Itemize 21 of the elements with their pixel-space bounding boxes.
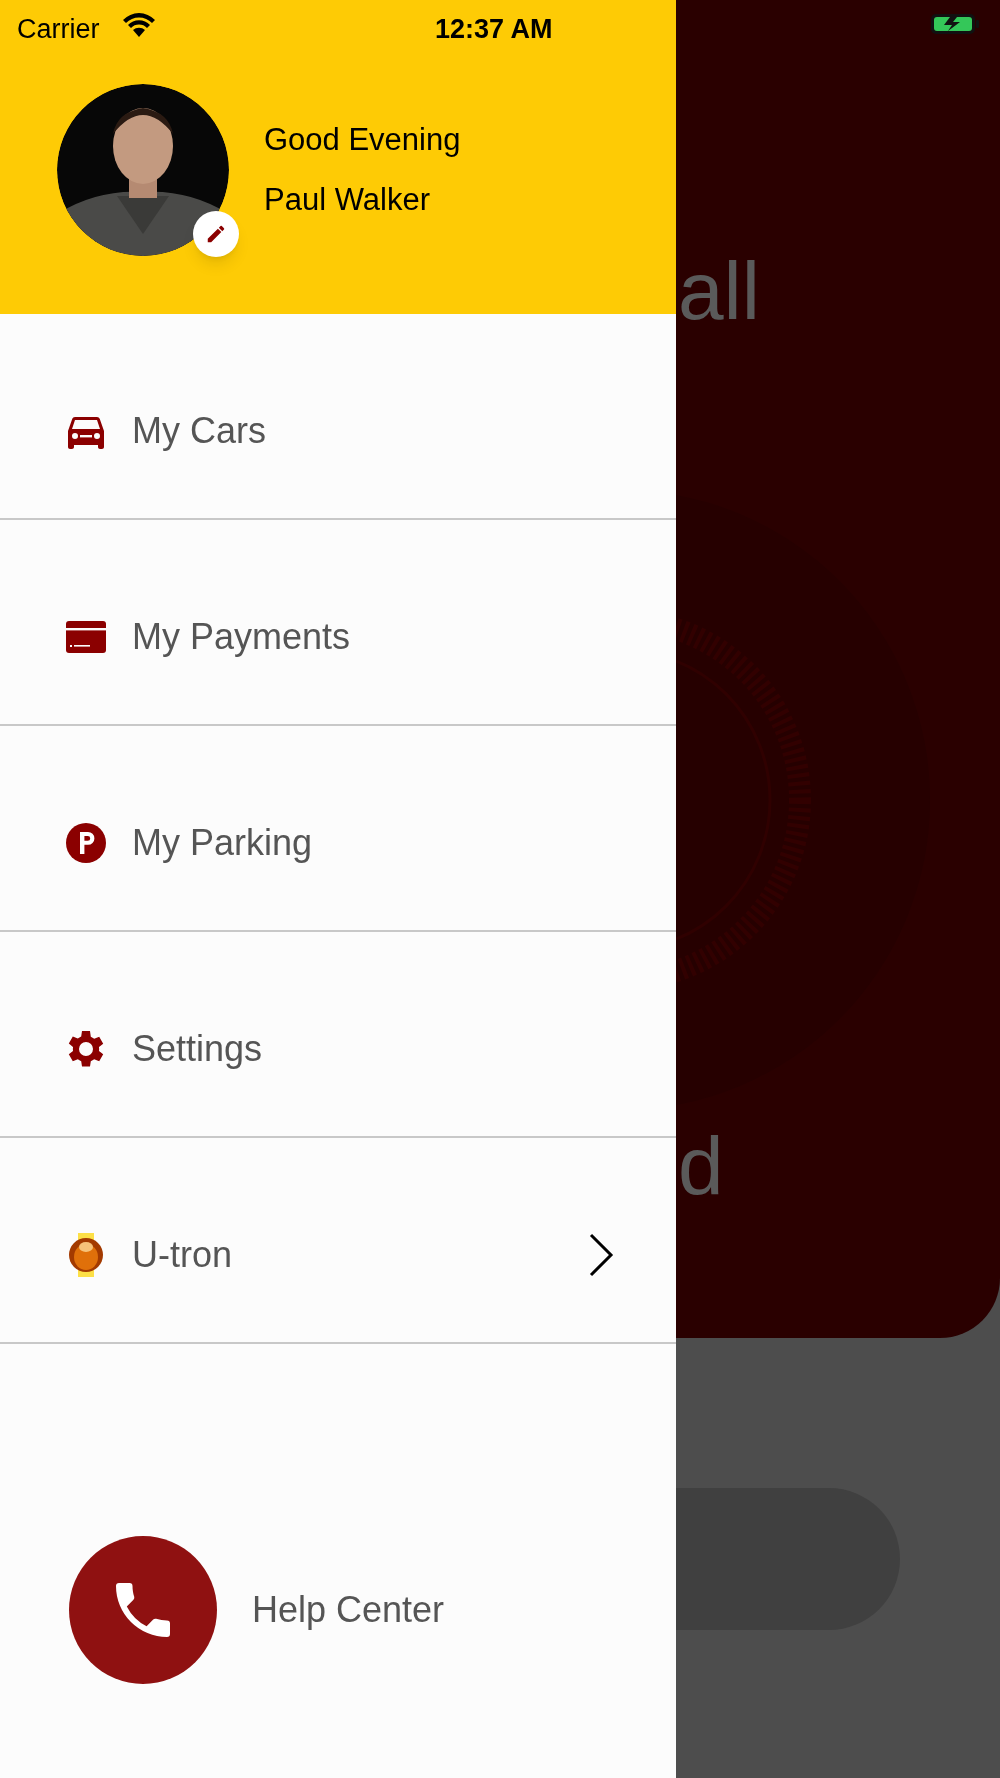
menu-item[interactable]: Settings bbox=[0, 932, 676, 1138]
menu-item[interactable]: My Payments bbox=[0, 520, 676, 726]
menu-label: My Payments bbox=[132, 615, 351, 659]
menu-label: U-tron bbox=[132, 1233, 233, 1277]
menu-label: Settings bbox=[132, 1027, 263, 1071]
wifi-icon bbox=[122, 12, 156, 37]
battery-icon bbox=[930, 13, 980, 35]
label-text: d bbox=[678, 1125, 724, 1207]
greeting-text: Good Evening bbox=[264, 120, 461, 159]
title-text: all bbox=[678, 250, 761, 332]
clock-text: 12:37 AM bbox=[435, 13, 553, 46]
menu-item[interactable]: My Parking bbox=[0, 726, 676, 932]
pencil-icon bbox=[205, 223, 227, 245]
menu-item[interactable]: U-tron bbox=[0, 1138, 676, 1344]
user-name: Paul Walker bbox=[264, 181, 431, 219]
help-center-link[interactable]: Help Center bbox=[252, 1583, 445, 1637]
menu-label: My Parking bbox=[132, 821, 313, 865]
edit-button[interactable] bbox=[193, 211, 239, 257]
menu-item[interactable]: My Cars bbox=[0, 314, 676, 520]
menu-label: My Cars bbox=[132, 409, 266, 453]
carrier-text: Carrier bbox=[17, 13, 100, 46]
